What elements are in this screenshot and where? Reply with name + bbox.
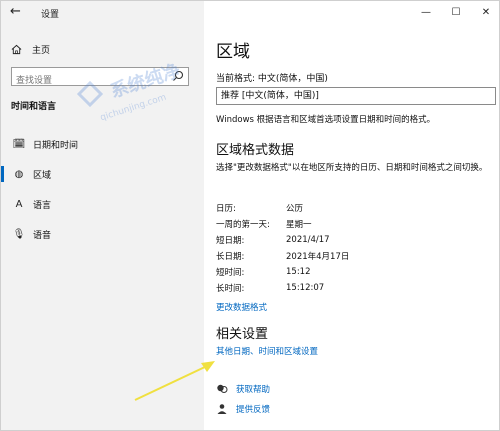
row-key: 日历: — [216, 204, 236, 214]
sidebar-item-language[interactable]: A 语言 — [1, 189, 204, 219]
row-value: 2021年4月17日 — [286, 252, 350, 262]
sidebar-nav: 🗓 日期和时间 ◍ 区域 A 语言 🎙 语音 — [1, 129, 204, 249]
table-row: 日历: 公历 — [216, 200, 416, 216]
calendar-clock-icon: 🗓 — [12, 138, 26, 150]
table-row: 短日期: 2021/4/17 — [216, 232, 416, 248]
row-value: 2021/4/17 — [286, 235, 330, 245]
give-feedback-link[interactable]: 提供反馈 — [216, 403, 270, 415]
current-format-label: 当前格式: 中文(简体，中国) — [216, 74, 328, 84]
table-row: 一周的第一天: 星期一 — [216, 216, 416, 232]
change-data-format-link[interactable]: 更改数据格式 — [216, 301, 267, 313]
titlebar: ← 设置 — [1, 1, 204, 27]
maximize-button[interactable]: ☐ — [441, 1, 471, 23]
give-feedback-label: 提供反馈 — [236, 405, 271, 415]
chat-help-icon — [217, 384, 228, 393]
sidebar-item-region[interactable]: ◍ 区域 — [1, 159, 204, 189]
search-input[interactable] — [12, 72, 162, 90]
home-icon — [11, 44, 22, 54]
region-data-table: 日历: 公历 一周的第一天: 星期一 短日期: 2021/4/17 长日期: 2… — [216, 200, 416, 296]
format-info-text: Windows 根据语言和区域首选项设置日期和时间的格式。 — [216, 115, 436, 125]
home-label: 主页 — [32, 45, 51, 56]
table-row: 短时间: 15:12 — [216, 264, 416, 280]
search-icon[interactable] — [172, 70, 184, 82]
table-row: 长日期: 2021年4月17日 — [216, 248, 416, 264]
window-controls: — ☐ ✕ — [411, 1, 499, 23]
sidebar-item-date-time[interactable]: 🗓 日期和时间 — [1, 129, 204, 159]
globe-icon: ◍ — [14, 168, 24, 180]
search-box[interactable] — [11, 67, 189, 90]
sidebar-item-label: 日期和时间 — [33, 140, 79, 151]
row-value: 星期一 — [286, 220, 312, 230]
row-key: 长日期: — [216, 252, 245, 262]
feedback-person-icon — [217, 404, 227, 414]
main-content: — ☐ ✕ 区域 当前格式: 中文(简体，中国) 推荐 [中文(简体，中国)] … — [204, 1, 499, 430]
microphone-icon: 🎙 — [12, 228, 26, 240]
sidebar-item-label: 语音 — [33, 230, 52, 241]
language-icon: A — [15, 198, 23, 210]
get-help-link[interactable]: 获取帮助 — [216, 383, 270, 395]
sidebar-section-title: 时间和语言 — [11, 102, 57, 112]
minimize-button[interactable]: — — [411, 1, 441, 23]
row-key: 一周的第一天: — [216, 220, 270, 230]
row-value: 公历 — [286, 204, 304, 214]
additional-date-time-region-link[interactable]: 其他日期、时间和区域设置 — [216, 345, 318, 357]
sidebar-item-label: 区域 — [33, 170, 52, 181]
row-key: 短日期: — [216, 236, 245, 246]
close-button[interactable]: ✕ — [471, 1, 499, 23]
row-value: 15:12:07 — [286, 283, 325, 293]
table-row: 长时间: 15:12:07 — [216, 280, 416, 296]
window-title: 设置 — [41, 10, 60, 20]
row-value: 15:12 — [286, 267, 311, 277]
sidebar-item-home[interactable]: 主页 — [11, 41, 50, 57]
region-data-description: 选择"更改数据格式"以在地区所支持的日历、日期和时间格式之间切换。 — [216, 163, 488, 173]
sidebar-item-label: 语言 — [33, 200, 52, 211]
back-arrow-icon[interactable]: ← — [10, 4, 21, 19]
dropdown-value: 推荐 [中文(简体，中国)] — [221, 91, 319, 101]
region-format-dropdown[interactable]: 推荐 [中文(简体，中国)] — [216, 87, 496, 105]
sidebar-item-speech[interactable]: 🎙 语音 — [1, 219, 204, 249]
related-settings-title: 相关设置 — [216, 327, 269, 342]
row-key: 长时间: — [216, 284, 245, 294]
get-help-label: 获取帮助 — [236, 385, 271, 395]
sidebar: ← 设置 主页 时间和语言 🗓 日期和时间 ◍ 区 — [1, 1, 204, 430]
settings-window: ← 设置 主页 时间和语言 🗓 日期和时间 ◍ 区 — [0, 0, 500, 431]
region-data-title: 区域格式数据 — [216, 143, 295, 158]
page-title: 区域 — [216, 42, 250, 62]
row-key: 短时间: — [216, 268, 245, 278]
